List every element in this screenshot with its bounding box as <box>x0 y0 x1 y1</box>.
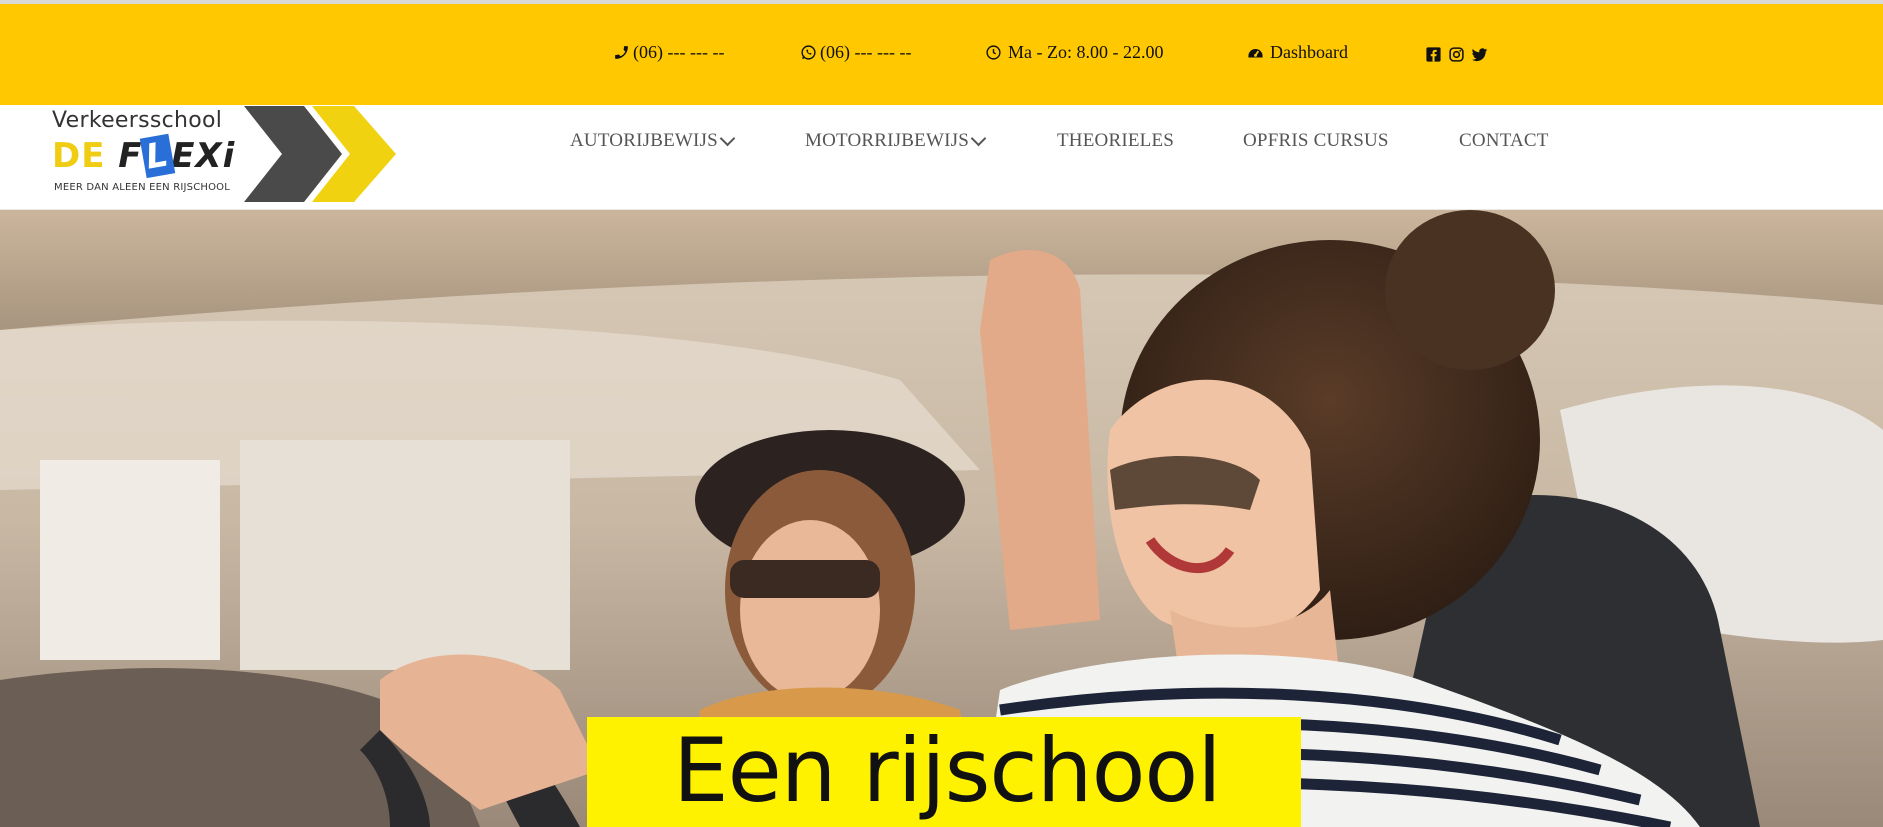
nav-item-contact[interactable]: CONTACT <box>1459 130 1549 152</box>
twitter-icon[interactable] <box>1471 46 1488 63</box>
site-logo[interactable]: Verkeersschool DE FLEXi MEER DAN ALEEN E… <box>52 106 404 202</box>
chevron-down-icon <box>719 130 736 146</box>
chevron-down-icon <box>970 130 987 146</box>
logo-chevron-icon <box>244 106 396 202</box>
hero-headline-box: Een rijschool <box>587 717 1301 827</box>
logo-f: F <box>118 136 143 176</box>
phone-icon <box>613 44 633 61</box>
logo-wordmark-top: Verkeersschool <box>52 108 223 133</box>
dashboard-label: Dashboard <box>1270 42 1348 62</box>
logo-tagline: MEER DAN ALEEN EEN RIJSCHOOL <box>54 182 231 193</box>
dashboard-icon <box>1247 44 1267 61</box>
social-links <box>1425 46 1488 63</box>
opening-hours: Ma - Zo: 8.00 - 22.00 <box>985 42 1163 63</box>
logo-l-plate: L <box>139 133 175 179</box>
clock-icon <box>985 44 1005 61</box>
logo-wordmark: DE FLEXi <box>52 133 236 179</box>
whatsapp-link[interactable]: (06) --- --- -- <box>800 42 911 63</box>
phone-number: (06) --- --- -- <box>633 42 725 62</box>
nav-item-label: CONTACT <box>1459 130 1549 151</box>
nav-item-autorijbewijs[interactable]: AUTORIJBEWIJS <box>570 130 736 152</box>
top-contact-bar <box>0 4 1883 105</box>
whatsapp-number: (06) --- --- -- <box>820 42 912 62</box>
nav-item-label: THEORIELES <box>1057 130 1175 151</box>
logo-exi: EXi <box>171 136 236 176</box>
nav-item-label: MOTORRIJBEWIJS <box>805 130 969 151</box>
instagram-icon[interactable] <box>1448 46 1465 63</box>
nav-item-opfris-cursus[interactable]: OPFRIS CURSUS <box>1243 130 1389 152</box>
nav-item-label: OPFRIS CURSUS <box>1243 130 1389 151</box>
nav-item-theorieles[interactable]: THEORIELES <box>1057 130 1174 152</box>
phone-link[interactable]: (06) --- --- -- <box>613 42 724 63</box>
nav-item-motorrijbewijs[interactable]: MOTORRIJBEWIJS <box>805 130 987 152</box>
hero-headline: Een rijschool <box>673 719 1222 822</box>
opening-hours-text: Ma - Zo: 8.00 - 22.00 <box>1008 42 1164 62</box>
whatsapp-icon <box>800 44 820 61</box>
facebook-icon[interactable] <box>1425 46 1442 63</box>
dashboard-link[interactable]: Dashboard <box>1247 42 1348 63</box>
logo-de: DE <box>52 136 106 176</box>
nav-item-label: AUTORIJBEWIJS <box>570 130 718 151</box>
